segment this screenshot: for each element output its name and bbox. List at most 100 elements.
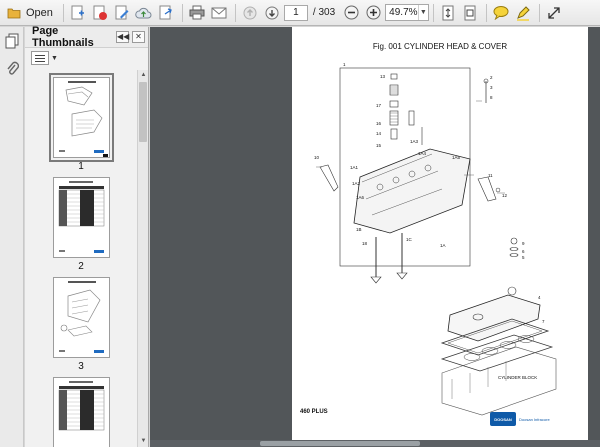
thumbnail-preview	[59, 281, 104, 353]
zoom-out-icon	[344, 5, 359, 20]
thumbnail-preview	[59, 81, 108, 157]
fit-page-icon	[442, 5, 454, 20]
panel-header: Page Thumbnails ◀◀ ✕	[25, 25, 148, 49]
cylinder-block-label: CYLINDER BLOCK	[498, 375, 537, 380]
cloud-upload-icon	[135, 7, 152, 18]
print-button[interactable]	[187, 3, 207, 23]
callout-label: 5	[522, 255, 525, 260]
thumbnail-list: 1 2 3	[25, 70, 137, 447]
separator	[433, 3, 435, 22]
callout-label: 7	[542, 319, 545, 324]
thumbnail-page-1[interactable]	[49, 73, 114, 162]
scroll-down-icon[interactable]: ▼	[138, 436, 149, 447]
arrow-down-icon	[265, 6, 279, 19]
document-viewport[interactable]: Fig. 001 CYLINDER HEAD & COVER 1 2 3 8 1…	[150, 27, 600, 447]
comment-button[interactable]	[491, 3, 511, 23]
cloud-upload-button[interactable]	[134, 3, 154, 23]
arrow-up-icon	[243, 6, 257, 19]
thumbnail-label: 3	[78, 361, 84, 372]
fit-width-button[interactable]	[460, 3, 480, 23]
attachments-tab[interactable]	[0, 57, 24, 81]
zoom-value: 49.7%	[389, 7, 418, 18]
convert-pdf-button[interactable]	[90, 3, 110, 23]
list-options-icon	[35, 54, 45, 62]
share-icon	[159, 5, 172, 19]
callout-label: 1C	[406, 237, 413, 242]
callout-label: 18	[362, 241, 368, 246]
scroll-up-icon[interactable]: ▲	[138, 70, 149, 81]
page-thumbnails-tab[interactable]	[0, 29, 24, 53]
thumbnail-page-3[interactable]	[53, 277, 110, 358]
callout-label: 1A	[440, 243, 446, 248]
scrollbar-thumb[interactable]	[139, 82, 147, 142]
thumbnail-preview	[58, 181, 105, 253]
exploded-parts-diagram: 1 2 3 8 13 17 16 14 15 1A3 1A4 1A5 1A1 1…	[314, 62, 557, 416]
open-button[interactable]: Open	[3, 3, 57, 23]
document-horizontal-scrollbar[interactable]	[150, 440, 600, 447]
thumbnail-page-4[interactable]	[53, 377, 110, 447]
brand-mark: DOOSAN	[490, 412, 516, 426]
zoom-in-button[interactable]	[363, 3, 383, 23]
callout-label: 1A1	[350, 165, 359, 170]
callout-label: 1B	[356, 227, 362, 232]
edit-pdf-button[interactable]	[112, 3, 132, 23]
thumbnail-scrollbar[interactable]: ▲ ▼	[137, 70, 148, 447]
fit-page-button[interactable]	[438, 3, 458, 23]
open-label: Open	[26, 6, 53, 19]
envelope-icon	[211, 7, 227, 18]
fit-width-icon	[464, 5, 476, 20]
callout-label: 1A3	[410, 139, 419, 144]
scrollbar-thumb[interactable]	[260, 441, 420, 446]
zoom-select[interactable]: 49.7% ▼	[385, 4, 430, 21]
thumbnail-preview	[58, 381, 105, 431]
callout-label: 2	[490, 75, 493, 80]
highlighter-icon	[517, 5, 530, 21]
thumbnail-options-button[interactable]	[31, 51, 49, 65]
panel-options-row: ▼	[25, 48, 148, 68]
callout-label: 13	[380, 74, 386, 79]
page-total: / 303	[312, 7, 336, 18]
callout-label: 16	[376, 121, 382, 126]
previous-page-button[interactable]	[240, 3, 260, 23]
callout-label: 1A4	[418, 151, 427, 156]
folder-icon	[7, 8, 21, 18]
collapse-panel-button[interactable]: ◀◀	[116, 31, 129, 43]
brand-text: Doosan Infracore	[519, 416, 550, 422]
comment-icon	[493, 6, 509, 20]
thumbnail-label: 1	[78, 161, 84, 172]
callout-label: 14	[376, 131, 382, 136]
expand-button[interactable]	[544, 3, 564, 23]
pages-icon	[5, 33, 19, 49]
callout-label: 1A6	[356, 195, 365, 200]
callout-label: 17	[376, 103, 382, 108]
close-panel-button[interactable]: ✕	[132, 31, 145, 43]
paperclip-icon	[7, 61, 19, 75]
separator	[181, 3, 183, 22]
page-number-input[interactable]: 1	[283, 4, 308, 21]
panel-title: Page Thumbnails	[32, 25, 94, 49]
next-page-button[interactable]	[262, 3, 282, 23]
navigation-rail	[0, 27, 24, 447]
highlight-button[interactable]	[513, 3, 533, 23]
create-pdf-button[interactable]	[68, 3, 88, 23]
zoom-in-icon	[366, 5, 381, 20]
thumbnails-panel: Page Thumbnails ◀◀ ✕ ▼ 1 2 3 ▲ ▼	[25, 25, 149, 447]
chevron-down-icon[interactable]: ▼	[417, 5, 429, 20]
share-button[interactable]	[156, 3, 176, 23]
create-pdf-icon	[71, 5, 84, 19]
edit-document-icon	[115, 5, 129, 19]
callout-label: 1	[343, 62, 346, 67]
callout-label: 1A5	[452, 155, 461, 160]
thumbnail-page-2[interactable]	[53, 177, 110, 258]
zoom-out-button[interactable]	[341, 3, 361, 23]
callout-label: 1A2	[352, 181, 361, 186]
printer-icon	[189, 5, 205, 20]
main-toolbar: Open 1 / 303 49.7% ▼	[0, 0, 600, 26]
separator	[486, 3, 488, 22]
separator	[62, 3, 64, 22]
callout-label: 9	[522, 241, 525, 246]
document-page: Fig. 001 CYLINDER HEAD & COVER 1 2 3 8 1…	[292, 27, 588, 447]
chevron-down-icon[interactable]: ▼	[51, 55, 58, 62]
email-button[interactable]	[209, 3, 229, 23]
callout-label: 12	[502, 193, 508, 198]
